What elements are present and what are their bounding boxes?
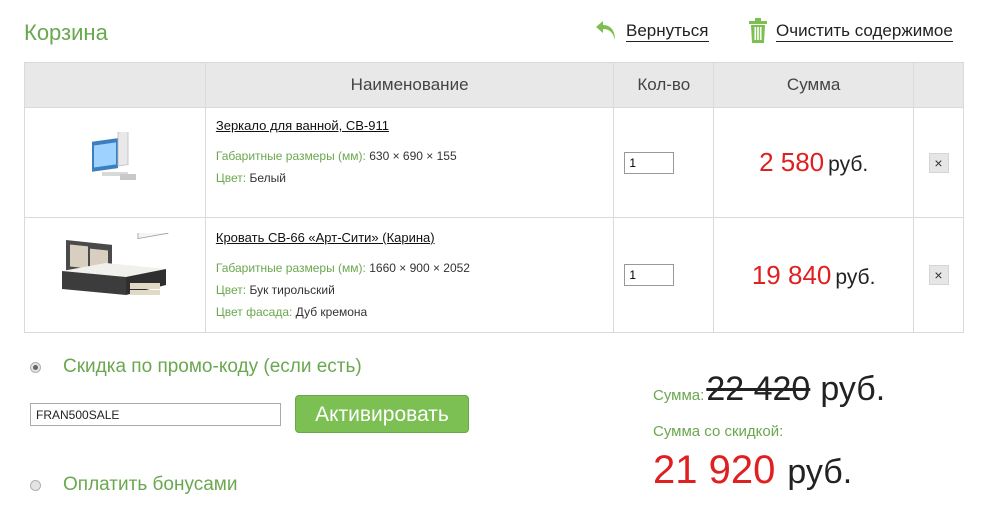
attribute-value: Бук тирольский xyxy=(249,283,335,297)
clear-cart-link[interactable]: Очистить содержимое xyxy=(748,18,953,44)
attribute-key: Цвет фасада: xyxy=(215,305,293,319)
attribute-value: 630 × 690 × 155 xyxy=(369,149,457,163)
promo-radio[interactable] xyxy=(30,361,41,373)
discount-sum: 21 920 руб. xyxy=(653,448,852,493)
clear-cart-label: Очистить содержимое xyxy=(776,20,953,42)
attribute-value: 1660 × 900 × 2052 xyxy=(369,261,470,275)
sum-cell: 19 840 руб. xyxy=(713,217,915,333)
mirror-product-image[interactable] xyxy=(90,130,140,188)
promo-option[interactable]: Скидка по промо-коду (если есть) xyxy=(30,356,362,378)
discount-sum-value: 21 920 xyxy=(653,448,776,492)
total-sum-old: 22 420 xyxy=(706,370,811,408)
product-attribute: Габаритные размеры (мм): 630 × 690 × 155 xyxy=(216,145,603,167)
product-attribute: Цвет: Белый xyxy=(216,167,603,189)
table-row: Кровать СВ-66 «Арт-Сити» (Карина) Габари… xyxy=(24,216,964,333)
discount-currency: руб. xyxy=(787,453,853,491)
product-link[interactable]: Зеркало для ванной, СВ-911 xyxy=(216,118,389,133)
row-sum: 2 580 xyxy=(759,147,825,177)
bonus-option-label: Оплатить бонусами xyxy=(63,474,238,495)
total-currency: руб. xyxy=(820,370,886,408)
table-row: Зеркало для ванной, СВ-911 Габаритные ра… xyxy=(24,107,964,218)
quantity-input[interactable] xyxy=(624,151,675,174)
bed-product-image[interactable] xyxy=(56,216,174,313)
attribute-key: Цвет: xyxy=(215,171,247,185)
product-attribute: Цвет: Бук тирольский xyxy=(216,279,603,301)
page-title: Корзина xyxy=(24,20,108,45)
qty-cell xyxy=(613,107,715,218)
attribute-key: Габаритные размеры (мм): xyxy=(215,149,366,163)
total-sum: Сумма: 22 420 руб. xyxy=(653,370,885,409)
trash-icon xyxy=(748,18,768,44)
back-link-label: Вернуться xyxy=(626,20,709,42)
quantity-input[interactable] xyxy=(624,264,675,286)
promo-code-input[interactable] xyxy=(30,403,281,426)
table-header-row: Наименование Кол-во Сумма xyxy=(24,62,964,108)
return-arrow-icon xyxy=(594,18,618,44)
column-header-name: Наименование xyxy=(204,62,615,108)
bonus-radio[interactable] xyxy=(30,479,41,491)
attribute-value: Белый xyxy=(249,171,286,185)
row-currency: руб. xyxy=(835,265,876,289)
remove-item-button[interactable]: × xyxy=(928,265,949,285)
column-header-qty: Кол-во xyxy=(613,62,715,108)
attribute-value: Дуб кремона xyxy=(295,305,368,319)
bonus-option[interactable]: Оплатить бонусами xyxy=(30,474,237,496)
row-currency: руб. xyxy=(828,153,869,176)
discount-sum-label: Сумма со скидкой: xyxy=(653,423,784,440)
remove-item-button[interactable]: × xyxy=(928,152,949,173)
cart-table: Наименование Кол-во Сумма Зеркало для ва… xyxy=(24,62,964,333)
sum-cell: 2 580 руб. xyxy=(713,107,915,218)
row-sum: 19 840 xyxy=(751,259,832,290)
column-header-delete xyxy=(913,62,964,108)
product-attribute: Габаритные размеры (мм): 1660 × 900 × 20… xyxy=(216,257,603,279)
product-image-cell xyxy=(24,216,206,333)
attribute-key: Габаритные размеры (мм): xyxy=(215,261,366,275)
product-image-cell xyxy=(24,107,206,218)
product-info-cell: Зеркало для ванной, СВ-911 Габаритные ра… xyxy=(204,107,615,218)
promo-option-label: Скидка по промо-коду (если есть) xyxy=(63,356,362,377)
product-attribute: Цвет фасада: Дуб кремона xyxy=(216,301,603,323)
qty-cell xyxy=(613,217,715,333)
delete-cell: × xyxy=(913,217,964,333)
column-header-sum: Сумма xyxy=(713,62,915,108)
product-info-cell: Кровать СВ-66 «Арт-Сити» (Карина) Габари… xyxy=(204,217,615,333)
product-link[interactable]: Кровать СВ-66 «Арт-Сити» (Карина) xyxy=(216,230,435,245)
column-header-image xyxy=(24,62,206,108)
total-sum-label: Сумма: xyxy=(653,387,705,404)
activate-button[interactable]: Активировать xyxy=(295,395,469,433)
delete-cell: × xyxy=(913,107,964,218)
attribute-key: Цвет: xyxy=(215,283,247,297)
back-link[interactable]: Вернуться xyxy=(594,18,709,44)
